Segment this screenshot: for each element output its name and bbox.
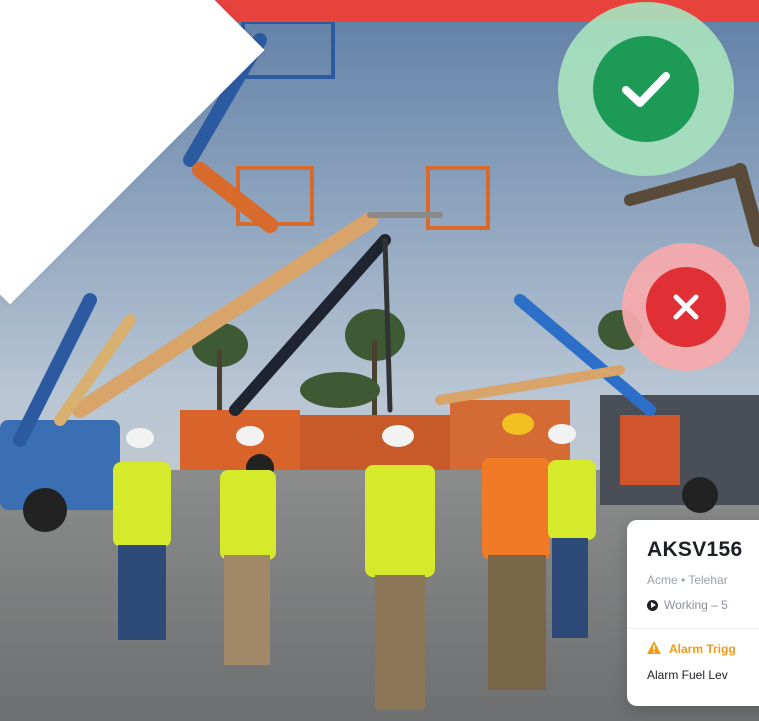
asset-status: Working – 5: [647, 598, 728, 612]
card-divider: [627, 628, 759, 629]
warning-icon: [647, 641, 661, 657]
failure-badge: [622, 243, 750, 371]
status-text: Working – 5: [664, 598, 728, 612]
play-icon: [647, 599, 658, 611]
alarm-banner: Alarm Trigg: [647, 641, 736, 657]
alarm-title: Alarm Trigg: [669, 642, 736, 656]
checkmark-icon: [593, 36, 699, 142]
asset-id: AKSV156: [647, 538, 743, 561]
success-badge: [558, 2, 734, 176]
asset-subtitle: Acme • Telehar: [647, 573, 728, 587]
close-icon: [646, 267, 726, 347]
asset-card[interactable]: AKSV156 Acme • Telehar Working – 5 Alarm…: [627, 520, 759, 706]
alarm-detail: Alarm Fuel Lev: [647, 668, 728, 682]
